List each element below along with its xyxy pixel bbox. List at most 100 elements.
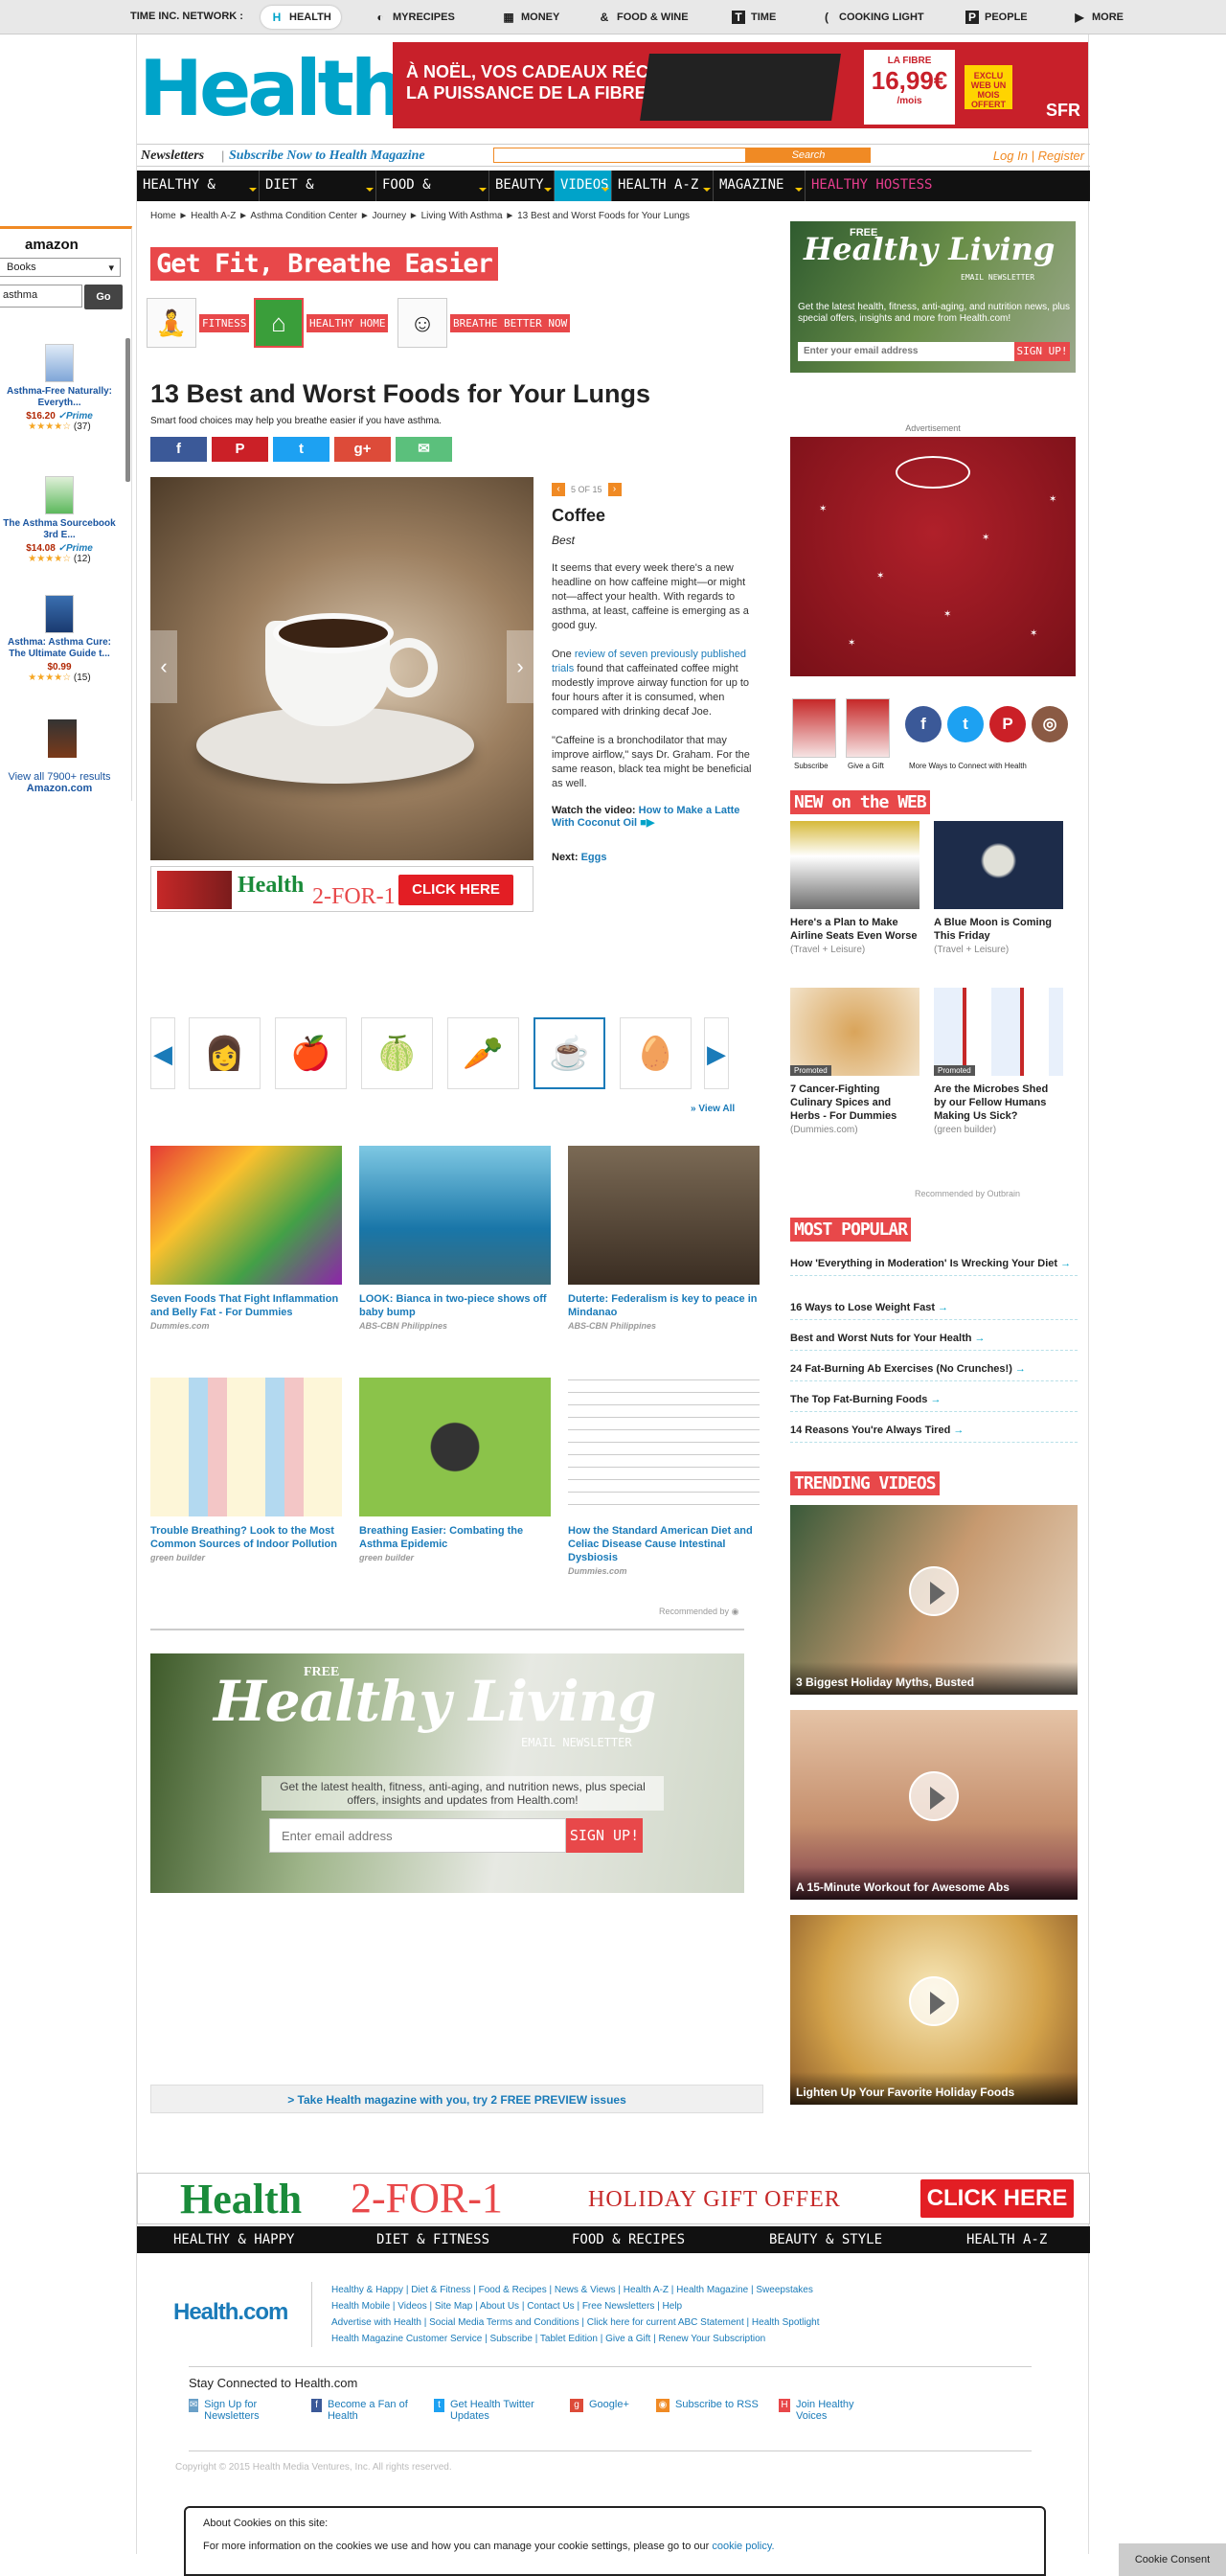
next-slide-link[interactable]: Eggs [581,852,607,863]
crumb-living[interactable]: Living With Asthma [421,211,503,221]
video-item[interactable]: 3 Biggest Holiday Myths, Busted [790,1505,1078,1695]
search-input[interactable] [493,148,746,163]
popular-item[interactable]: 14 Reasons You're Always Tired [790,1419,1078,1443]
web-item[interactable]: Promoted Are the Microbes Shed by our Fel… [934,988,1063,1135]
thumb-2[interactable]: 🍎 [275,1017,347,1089]
hl-signup-button[interactable]: SIGN UP! [566,1818,643,1853]
site-logo[interactable]: Health [139,46,405,132]
network-item-money[interactable]: ▦ MONEY [492,6,569,29]
crumb-home[interactable]: Home [150,211,176,221]
topic-fitness[interactable]: 🧘 FITNESS [147,298,250,348]
popular-item[interactable]: 24 Fat-Burning Ab Exercises (No Crunches… [790,1357,1078,1381]
subscribe-magazine-image[interactable] [792,698,836,758]
health-2for1-ad[interactable]: Health 2-FOR-1 CLICK HERE [150,866,534,912]
topic-healthy-home[interactable]: ⌂ HEALTHY HOME [254,298,389,348]
nav-beauty[interactable]: BEAUTY [489,171,555,201]
nav-health-az[interactable]: HEALTH A-Z [612,171,714,201]
nav-healthy-hostess[interactable]: HEALTHY HOSTESS [806,171,959,201]
connect-twitter[interactable]: t Get Health Twitter Updates [434,2399,549,2422]
pager-next-icon[interactable]: › [607,483,622,496]
footnav-beauty-style[interactable]: BEAUTY & STYLE [769,2232,882,2247]
ad-click-here-button[interactable]: CLICK HERE [398,875,513,905]
facebook-icon[interactable]: f [905,706,942,742]
preview-link[interactable]: > Take Health magazine with you, try 2 F… [150,2085,763,2113]
footnav-food-recipes[interactable]: FOOD & RECIPES [572,2232,685,2247]
amazon-search-input[interactable]: asthma [0,285,82,308]
photo-next-arrow[interactable]: › [507,630,534,703]
amazon-product[interactable]: The Asthma Sourcebook 3rd E... $14.08 ✓Pr… [0,476,119,564]
footnav-healthy-happy[interactable]: HEALTHY & HAPPY [173,2232,294,2247]
amazon-view-all[interactable]: View all 7900+ results Amazon.com [0,771,119,794]
network-item-more[interactable]: ▶ MORE [1063,6,1133,29]
photo-prev-arrow[interactable]: ‹ [150,630,177,703]
rail-signup-button[interactable]: SIGN UP! [1014,342,1070,361]
popular-item[interactable]: 16 Ways to Lose Weight Fast [790,1296,1078,1320]
rec-item[interactable]: Duterte: Federalism is key to peace in M… [568,1146,760,1331]
network-item-cookinglight[interactable]: (COOKING LIGHT [810,6,934,29]
googleplus-icon[interactable]: g+ [334,437,391,462]
outbrain-credit[interactable]: Recommended by Outbrain [915,1189,1020,1198]
more-ways-link[interactable]: More Ways to Connect with Health [909,762,1027,770]
rail-ad[interactable]: ✶ ✶ ✶ ✶ ✶ ✶ ✶ [790,437,1076,676]
connect-rss[interactable]: ◉ Subscribe to RSS [656,2399,790,2412]
network-item-health[interactable]: H HEALTH [261,6,341,29]
view-all-link[interactable]: » View All [691,1104,735,1114]
nav-magazine[interactable]: MAGAZINE [714,171,806,201]
crumb-asthma[interactable]: Asthma Condition Center [250,211,357,221]
recommended-by[interactable]: Recommended by ◉ [659,1607,738,1617]
twitter-icon[interactable]: t [947,706,984,742]
web-item[interactable]: Promoted 7 Cancer-Fighting Culinary Spice… [790,988,920,1135]
amazon-scrollbar[interactable] [125,338,130,482]
topic-breathe[interactable]: ☺ BREATHE BETTER NOW [397,298,571,348]
nav-diet-fitness[interactable]: DIET & FITNESS [260,171,376,221]
footer-logo[interactable]: Health.com [173,2299,288,2326]
rec-item[interactable]: How the Standard American Diet and Celia… [568,1378,760,1576]
holiday-click-here-button[interactable]: CLICK HERE [920,2179,1074,2218]
search-button[interactable]: Search [746,148,871,163]
amazon-logo[interactable]: amazon [25,237,79,253]
footnav-diet-fitness[interactable]: DIET & FITNESS [376,2232,489,2247]
register-link[interactable]: Register [1038,148,1084,163]
pinterest-icon[interactable]: P [989,706,1026,742]
rec-item[interactable]: Trouble Breathing? Look to the Most Comm… [150,1378,342,1562]
email-icon[interactable]: ✉ [396,437,452,462]
subscribe-link[interactable]: Subscribe Now to Health Magazine [229,148,425,164]
pinterest-icon[interactable]: P [212,437,268,462]
web-item[interactable]: A Blue Moon is Coming This Friday (Travel… [934,821,1063,955]
footnav-health-az[interactable]: HEALTH A-Z [966,2232,1047,2247]
gift-caption[interactable]: Give a Gift [848,762,884,770]
network-item-myrecipes[interactable]: ◐ MYRECIPES [364,6,465,29]
popular-item[interactable]: How 'Everything in Moderation' Is Wrecki… [790,1252,1078,1276]
amazon-product[interactable]: Asthma-Free Naturally: Everyth... $16.20 … [0,344,119,432]
amazon-category-select[interactable]: Books ▾ [0,258,121,277]
login-link[interactable]: Log In [993,148,1028,163]
holiday-gift-ad[interactable]: Health 2-FOR-1 HOLIDAY GIFT OFFER CLICK … [137,2173,1090,2224]
thumb-6[interactable]: 🥚 [620,1017,692,1089]
thumb-4[interactable]: 🥕 [447,1017,519,1089]
connect-googleplus[interactable]: g Google+ [570,2399,656,2412]
web-item[interactable]: Here's a Plan to Make Airline Seats Even… [790,821,920,955]
cookie-consent-button[interactable]: Cookie Consent [1119,2543,1226,2576]
header-ad[interactable]: À NOËL, VOS CADEAUX RÉCLAMENT LA PUISSANC… [393,42,1088,128]
pager-prev-icon[interactable]: ‹ [552,483,565,496]
subscribe-caption[interactable]: Subscribe [794,762,829,770]
strip-next-icon[interactable]: ▶ [704,1017,729,1089]
thumb-1[interactable]: 👩 [189,1017,261,1089]
footer-links-row4[interactable]: Health Magazine Customer Service | Subsc… [331,2331,886,2347]
footer-links-row1[interactable]: Healthy & Happy | Diet & Fitness | Food … [331,2282,886,2298]
rec-item[interactable]: Seven Foods That Fight Inflammation and … [150,1146,342,1331]
facebook-icon[interactable]: f [150,437,207,462]
crumb-journey[interactable]: Journey [373,211,407,221]
rail-email-input[interactable]: Enter your email address [798,342,1014,361]
hl-email-input[interactable]: Enter email address [269,1818,566,1853]
instagram-icon[interactable]: ◎ [1032,706,1068,742]
network-item-foodwine[interactable]: & FOOD & WINE [588,6,698,29]
nav-healthy-happy[interactable]: HEALTHY & HAPPY [137,171,260,221]
popular-item[interactable]: The Top Fat-Burning Foods [790,1388,1078,1412]
gift-magazine-image[interactable] [846,698,890,758]
popular-item[interactable]: Best and Worst Nuts for Your Health [790,1327,1078,1351]
connect-newsletters[interactable]: ✉ Sign Up for Newsletters [189,2399,284,2422]
twitter-icon[interactable]: t [273,437,329,462]
newsletters-link[interactable]: Newsletters [141,148,204,164]
footer-links-row2[interactable]: Health Mobile | Videos | Site Map | Abou… [331,2298,886,2314]
